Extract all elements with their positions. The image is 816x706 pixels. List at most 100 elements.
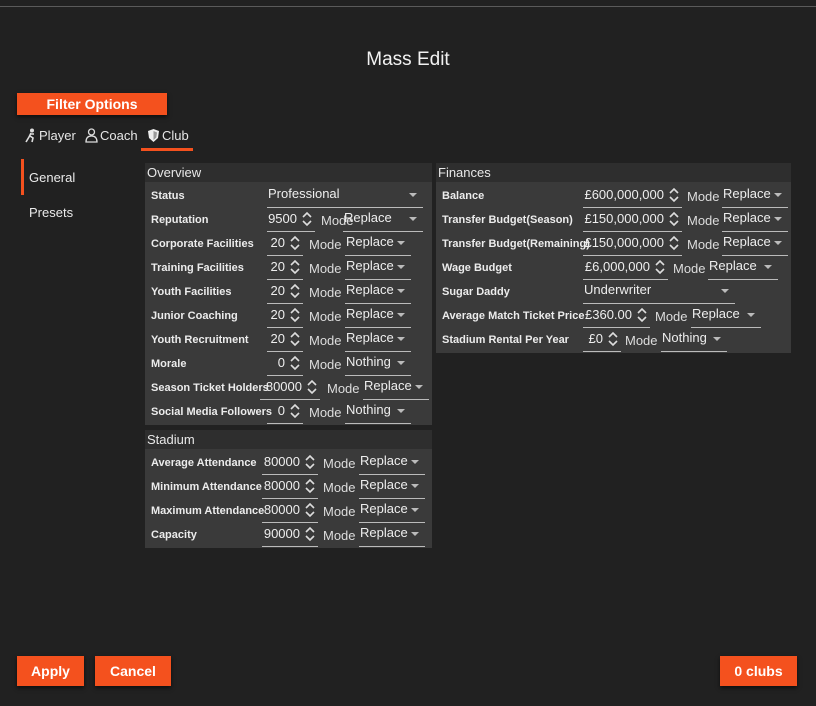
- up-down-arrows-icon[interactable]: [668, 210, 680, 228]
- up-down-arrows-icon[interactable]: [301, 210, 313, 228]
- status-select-value: Professional: [268, 186, 340, 201]
- up-down-arrows-icon[interactable]: [607, 330, 619, 348]
- up-down-arrows-icon[interactable]: [304, 501, 316, 519]
- club-count-button[interactable]: 0 clubs: [720, 656, 797, 686]
- balance-spinner[interactable]: £600,000,000: [583, 184, 682, 208]
- apply-button[interactable]: Apply: [17, 656, 84, 686]
- chevron-down-icon: [415, 385, 423, 389]
- finances-row-transfer-budget-remaining: Transfer Budget(Remaining) £150,000,000 Mo…: [436, 232, 791, 256]
- status-select[interactable]: Professional: [267, 184, 423, 208]
- row-label: Junior Coaching: [151, 310, 238, 322]
- youth-recruitment-spinner[interactable]: 20: [267, 328, 303, 352]
- chevron-down-icon: [409, 217, 417, 221]
- season-ticket-holders-spinner[interactable]: 80000: [260, 376, 320, 400]
- chevron-down-icon: [411, 532, 419, 536]
- cancel-button[interactable]: Cancel: [95, 656, 171, 686]
- overview-row-corporate-facilities: Corporate Facilities 20 Mode Replace: [145, 232, 432, 256]
- transfer-budget-season-spinner[interactable]: £150,000,000: [583, 208, 682, 232]
- morale-mode-select[interactable]: Nothing: [345, 352, 411, 376]
- minimum-attendance-spinner[interactable]: 80000: [262, 475, 318, 499]
- maximum-attendance-spinner[interactable]: 80000: [262, 499, 318, 523]
- average-match-ticket-price-mode-select[interactable]: Replace: [691, 304, 761, 328]
- tab-coach-label: Coach: [100, 127, 138, 143]
- overview-row-status: Status Professional: [145, 184, 432, 208]
- finances-panel: Finances Balance £600,000,000 Mode Replace T…: [436, 163, 791, 353]
- row-label: Transfer Budget(Season): [442, 214, 573, 226]
- season-ticket-holders-value: 80000: [265, 379, 302, 394]
- up-down-arrows-icon[interactable]: [289, 306, 301, 324]
- capacity-mode-select[interactable]: Replace: [359, 523, 425, 547]
- wage-budget-mode-select[interactable]: Replace: [708, 256, 778, 280]
- youth-facilities-mode-select[interactable]: Replace: [345, 280, 411, 304]
- up-down-arrows-icon[interactable]: [304, 525, 316, 543]
- up-down-arrows-icon[interactable]: [304, 453, 316, 471]
- sidebar-item-presets[interactable]: Presets: [29, 205, 73, 220]
- tab-player[interactable]: Player: [24, 124, 76, 146]
- up-down-arrows-icon[interactable]: [289, 258, 301, 276]
- sidebar-item-general[interactable]: General: [29, 170, 75, 185]
- morale-spinner[interactable]: 0: [267, 352, 303, 376]
- corporate-facilities-spinner[interactable]: 20: [267, 232, 303, 256]
- reputation-spinner[interactable]: 9500: [267, 208, 315, 232]
- youth-recruitment-mode-select[interactable]: Replace: [345, 328, 411, 352]
- training-facilities-value: 20: [270, 259, 285, 274]
- row-label: Capacity: [151, 529, 197, 541]
- row-label: Stadium Rental Per Year: [442, 334, 569, 346]
- junior-coaching-mode-select[interactable]: Replace: [345, 304, 411, 328]
- up-down-arrows-icon[interactable]: [668, 234, 680, 252]
- capacity-spinner[interactable]: 90000: [262, 523, 318, 547]
- chevron-down-icon: [411, 508, 419, 512]
- up-down-arrows-icon[interactable]: [636, 306, 648, 324]
- average-attendance-mode-select[interactable]: Replace: [359, 451, 425, 475]
- corporate-facilities-mode-select[interactable]: Replace: [345, 232, 411, 256]
- up-down-arrows-icon[interactable]: [289, 354, 301, 372]
- tab-club[interactable]: Club: [147, 124, 189, 146]
- transfer-budget-remaining-mode-select[interactable]: Replace: [722, 232, 788, 256]
- youth-facilities-spinner[interactable]: 20: [267, 280, 303, 304]
- up-down-arrows-icon[interactable]: [289, 234, 301, 252]
- up-down-arrows-icon[interactable]: [304, 477, 316, 495]
- chevron-down-icon: [397, 241, 405, 245]
- wage-budget-spinner[interactable]: £6,000,000: [583, 256, 668, 280]
- average-match-ticket-price-mode-select-value: Replace: [692, 306, 740, 321]
- up-down-arrows-icon[interactable]: [306, 378, 318, 396]
- junior-coaching-spinner[interactable]: 20: [267, 304, 303, 328]
- morale-mode-select-value: Nothing: [346, 354, 391, 369]
- tab-coach[interactable]: Coach: [85, 124, 138, 146]
- chevron-down-icon: [397, 289, 405, 293]
- transfer-budget-season-mode-select[interactable]: Replace: [722, 208, 788, 232]
- minimum-attendance-mode-select[interactable]: Replace: [359, 475, 425, 499]
- up-down-arrows-icon[interactable]: [654, 258, 666, 276]
- up-down-arrows-icon[interactable]: [289, 402, 301, 420]
- average-match-ticket-price-spinner[interactable]: £360.00: [583, 304, 650, 328]
- up-down-arrows-icon[interactable]: [668, 186, 680, 204]
- training-facilities-mode-select[interactable]: Replace: [345, 256, 411, 280]
- social-media-followers-spinner[interactable]: 0: [267, 400, 303, 424]
- season-ticket-holders-mode-select-value: Replace: [364, 378, 412, 393]
- stadium-rental-per-year-spinner[interactable]: £0: [583, 328, 621, 352]
- stadium-rental-per-year-mode-select[interactable]: Nothing: [661, 328, 727, 352]
- sugar-daddy-select[interactable]: Underwriter: [583, 280, 735, 304]
- youth-facilities-mode-select-value: Replace: [346, 282, 394, 297]
- transfer-budget-remaining-value: £150,000,000: [584, 235, 664, 250]
- row-label: Minimum Attendance: [151, 481, 262, 493]
- row-label: Youth Recruitment: [151, 334, 249, 346]
- row-label: Reputation: [151, 214, 209, 226]
- social-media-followers-mode-select[interactable]: Nothing: [345, 400, 411, 424]
- training-facilities-mode-select-value: Replace: [346, 258, 394, 273]
- reputation-mode-select[interactable]: Replace: [343, 208, 423, 232]
- average-attendance-spinner[interactable]: 80000: [262, 451, 318, 475]
- season-ticket-holders-mode-select[interactable]: Replace: [363, 376, 429, 400]
- finances-row-stadium-rental-per-year: Stadium Rental Per Year £0 Mode Nothing: [436, 328, 791, 352]
- overview-row-season-ticket-holders: Season Ticket Holders 80000 Mode Replace: [145, 376, 432, 400]
- row-label: Social Media Followers: [151, 406, 273, 418]
- transfer-budget-remaining-spinner[interactable]: £150,000,000: [583, 232, 682, 256]
- balance-mode-select[interactable]: Replace: [722, 184, 788, 208]
- maximum-attendance-mode-select[interactable]: Replace: [359, 499, 425, 523]
- filter-options-button[interactable]: Filter Options: [17, 93, 167, 115]
- training-facilities-spinner[interactable]: 20: [267, 256, 303, 280]
- social-media-followers-value: 0: [277, 403, 285, 418]
- up-down-arrows-icon[interactable]: [289, 330, 301, 348]
- up-down-arrows-icon[interactable]: [289, 282, 301, 300]
- transfer-budget-season-mode-select-value: Replace: [723, 210, 771, 225]
